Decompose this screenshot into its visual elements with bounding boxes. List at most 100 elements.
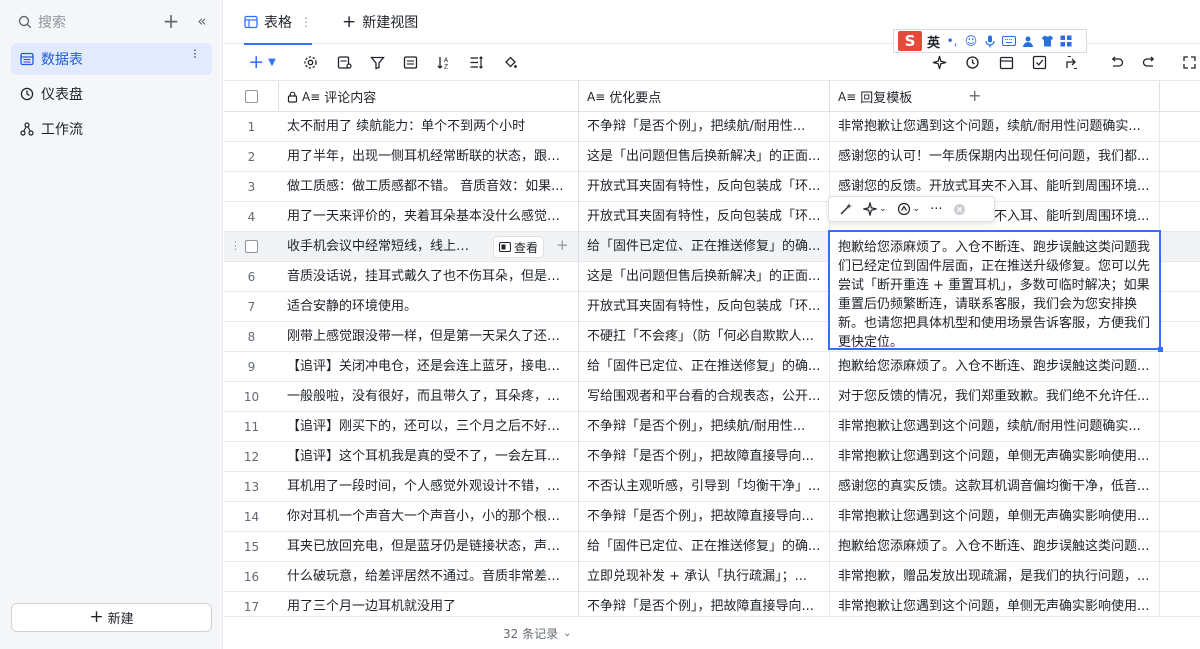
table-row[interactable]: 12 【追评】这个耳机我是真的受不了，一会左耳不... 不争辩「是否个例」，把故障直… (224, 442, 1200, 472)
reply-cell[interactable]: 感谢您的认可！一年质保期内出现任何问题，我们都... (830, 142, 1160, 171)
add-record-button[interactable]: + ▼ (244, 50, 280, 74)
form-check-icon[interactable] (1029, 50, 1049, 74)
chevron-down-icon[interactable]: ⌄ (563, 628, 571, 639)
comment-cell[interactable]: 太不耐用了 续航能力：单个不到两个小时 (279, 112, 579, 141)
new-view-button[interactable]: + 新建视图 (342, 0, 418, 44)
table-row[interactable]: 4 用了一天来评价的，夹着耳朵基本没什么感觉，... 开放式耳夹固有特性，反向包装成… (224, 202, 1200, 232)
table-row[interactable]: 17 用了三个月一边耳机就没用了 不争辩「是否个例」，把故障直接导向... 非常抱歉让… (224, 592, 1200, 616)
point-cell[interactable]: 给「固件已定位、正在推送修复」的确... (579, 352, 830, 381)
comment-cell[interactable]: 适合安静的环境使用。 (279, 292, 579, 321)
sidebar-search[interactable]: 搜索 (18, 12, 66, 32)
reply-cell[interactable]: 非常抱歉让您遇到这个问题，单侧无声确实影响使用... (830, 442, 1160, 471)
close-icon[interactable] (953, 203, 966, 216)
comment-cell[interactable]: 用了半年，出现一侧耳机经常断联的状态，跟客... (279, 142, 579, 171)
history-icon[interactable] (962, 50, 982, 74)
reply-cell[interactable]: 感谢您的真实反馈。这款耳机调音偏均衡干净，低音... (830, 472, 1160, 501)
expanded-reply-cell[interactable]: 抱歉给您添麻烦了。入仓不断连、跑步误触这类问题我们已经定位到固件层面，正在推送升… (828, 230, 1163, 352)
redo-icon[interactable] (1139, 50, 1159, 74)
reply-cell[interactable]: 非常抱歉让您遇到这个问题，单侧无声确实影响使用... (830, 592, 1160, 616)
comment-cell[interactable]: 【追评】关闭冲电仓，还是会连上蓝牙，接电话... (279, 352, 579, 381)
point-cell[interactable]: 不争辩「是否个例」，把故障直接导向... (579, 502, 830, 531)
comment-cell[interactable]: 刚带上感觉跟没带一样，但是第一天呆久了还是... (279, 322, 579, 351)
table-row[interactable]: 2 用了半年，出现一侧耳机经常断联的状态，跟客... 这是「出问题但售后换新解决」的… (224, 142, 1200, 172)
comment-cell[interactable]: 什么破玩意，给差评居然不通过。音质非常差，... (279, 562, 579, 591)
add-icon[interactable]: + (162, 10, 180, 32)
ime-mode[interactable]: 英 (927, 32, 940, 51)
sidebar-item-dashboard[interactable]: 仪表盘 (11, 78, 212, 110)
more-icon[interactable]: ··· (186, 48, 202, 58)
ai-assistant-icon[interactable]: ⌄ (897, 202, 920, 216)
new-button[interactable]: + 新建 (11, 603, 212, 632)
reply-cell[interactable]: 非常抱歉让您遇到这个问题，续航/耐用性问题确实... (830, 412, 1160, 441)
table-row[interactable]: 11 【追评】刚买下的，还可以，三个月之后不好用... 不争辩「是否个例」，把续航/… (224, 412, 1200, 442)
point-cell[interactable]: 给「固件已定位、正在推送修复」的确... (579, 532, 830, 561)
fill-color-icon[interactable] (500, 50, 520, 74)
select-all-checkbox[interactable] (244, 90, 258, 103)
sidebar-item-datatable[interactable]: 数据表 ··· (11, 43, 212, 75)
table-row[interactable]: 15 耳夹已放回充电，但是蓝牙仍是链接状态，声音... 给「固件已定位、正在推送修复… (224, 532, 1200, 562)
row-height-icon[interactable] (466, 50, 486, 74)
comment-cell[interactable]: 一般般啦，没有很好，而且带久了，耳朵疼，蓝... (279, 382, 579, 411)
point-cell[interactable]: 不争辩「是否个例」，把故障直接导向... (579, 592, 830, 616)
settings-icon[interactable] (300, 50, 320, 74)
row-checkbox[interactable] (245, 240, 258, 253)
point-cell[interactable]: 不否认主观听感，引导到「均衡干净」... (579, 472, 830, 501)
point-cell[interactable]: 不争辩「是否个例」，把续航/耐用性... (579, 112, 830, 141)
user-icon[interactable] (1021, 34, 1035, 48)
column-header-reply[interactable]: A≡ 回复模板 (830, 81, 1160, 112)
reply-cell[interactable]: 抱歉给您添麻烦了。入仓不断连、跑步误触这类问题... (830, 352, 1160, 381)
emoji-icon[interactable]: ☺ (964, 34, 978, 48)
ai-sparkle-icon[interactable] (929, 50, 949, 74)
comment-cell[interactable]: 做工质感：做工质感都不错。 音质音效：如果... (279, 172, 579, 201)
point-cell[interactable]: 不争辩「是否个例」，把续航/耐用性... (579, 412, 830, 441)
comment-cell[interactable]: 你对耳机一个声音大一个声音小，小的那个根本... (279, 502, 579, 531)
table-row[interactable]: 10 一般般啦，没有很好，而且带久了，耳朵疼，蓝... 写给围观者和平台看的合规表态… (224, 382, 1200, 412)
table-row[interactable]: 9 【追评】关闭冲电仓，还是会连上蓝牙，接电话... 给「固件已定位、正在推送修复」… (224, 352, 1200, 382)
ai-polish-icon[interactable]: ⌄ (863, 202, 887, 216)
table-row[interactable]: 3 做工质感：做工质感都不错。 音质音效：如果... 开放式耳夹固有特性，反向包装成… (224, 172, 1200, 202)
comment-cell[interactable]: 【追评】刚买下的，还可以，三个月之后不好用... (279, 412, 579, 441)
comment-cell[interactable]: 【追评】这个耳机我是真的受不了，一会左耳不... (279, 442, 579, 471)
point-cell[interactable]: 不争辩「是否个例」，把故障直接导向... (579, 442, 830, 471)
more-icon[interactable]: ··· (930, 202, 942, 217)
calendar-icon[interactable] (996, 50, 1016, 74)
point-cell[interactable]: 立即兑现补发 + 承认「执行疏漏」；... (579, 562, 830, 591)
point-cell[interactable]: 给「固件已定位、正在推送修复」的确... (579, 232, 830, 261)
table-row[interactable]: 16 什么破玩意，给差评居然不通过。音质非常差，... 立即兑现补发 + 承认「执行… (224, 562, 1200, 592)
reply-cell[interactable]: 对于您反馈的情况，我们郑重致歉。我们绝不允许任... (830, 382, 1160, 411)
group-icon[interactable] (400, 50, 420, 74)
microphone-icon[interactable] (983, 34, 997, 48)
tab-table[interactable]: 表格 ⋮ (244, 0, 312, 45)
sort-icon[interactable]: AZ (433, 50, 453, 74)
point-cell[interactable]: 开放式耳夹固有特性，反向包装成「环... (579, 172, 830, 201)
point-cell[interactable]: 这是「出问题但售后换新解决」的正面... (579, 142, 830, 171)
share-icon[interactable] (1062, 50, 1082, 74)
skin-icon[interactable] (1040, 34, 1054, 48)
sidebar-item-workflow[interactable]: 工作流 (11, 113, 212, 145)
filter-icon[interactable] (367, 50, 387, 74)
reply-cell[interactable]: 非常抱歉让您遇到这个问题，续航/耐用性问题确实... (830, 112, 1160, 141)
comment-cell[interactable]: 耳夹已放回充电，但是蓝牙仍是链接状态，声音... (279, 532, 579, 561)
table-row[interactable]: 14 你对耳机一个声音大一个声音小，小的那个根本... 不争辩「是否个例」，把故障直… (224, 502, 1200, 532)
tab-more-icon[interactable]: ⋮ (300, 15, 312, 29)
add-column-icon[interactable]: + (968, 86, 981, 105)
view-record-button[interactable]: 查看 (493, 236, 545, 258)
point-cell[interactable]: 不硬扛「不会疼」（防「何必自欺欺人... (579, 322, 830, 351)
magic-wand-icon[interactable] (839, 202, 853, 216)
toolbox-icon[interactable] (1059, 34, 1073, 48)
table-row[interactable]: 13 耳机用了一段时间，个人感觉外观设计不错，待... 不否认主观听感，引导到「均衡… (224, 472, 1200, 502)
comment-cell[interactable]: 用了一天来评价的，夹着耳朵基本没什么感觉，... (279, 202, 579, 231)
column-header-point[interactable]: A≡ 优化要点 (579, 81, 830, 112)
collapse-sidebar-icon[interactable]: « (192, 10, 210, 32)
expand-icon[interactable] (1179, 50, 1199, 74)
ime-toolbar[interactable]: S 英 •, ☺ (893, 29, 1087, 53)
comment-cell[interactable]: 用了三个月一边耳机就没用了 (279, 592, 579, 616)
point-cell[interactable]: 写给围观者和平台看的合规表态，公开... (579, 382, 830, 411)
keyboard-icon[interactable] (1002, 34, 1017, 48)
comment-cell[interactable]: 耳机用了一段时间，个人感觉外观设计不错，待... (279, 472, 579, 501)
record-count[interactable]: 32 条记录 (503, 625, 558, 642)
column-header-comment[interactable]: A≡ 评论内容 (279, 81, 579, 112)
point-cell[interactable]: 开放式耳夹固有特性，反向包装成「环... (579, 202, 830, 231)
table-row[interactable]: 1 太不耐用了 续航能力：单个不到两个小时 不争辩「是否个例」，把续航/耐用性...… (224, 112, 1200, 142)
undo-icon[interactable] (1106, 50, 1126, 74)
